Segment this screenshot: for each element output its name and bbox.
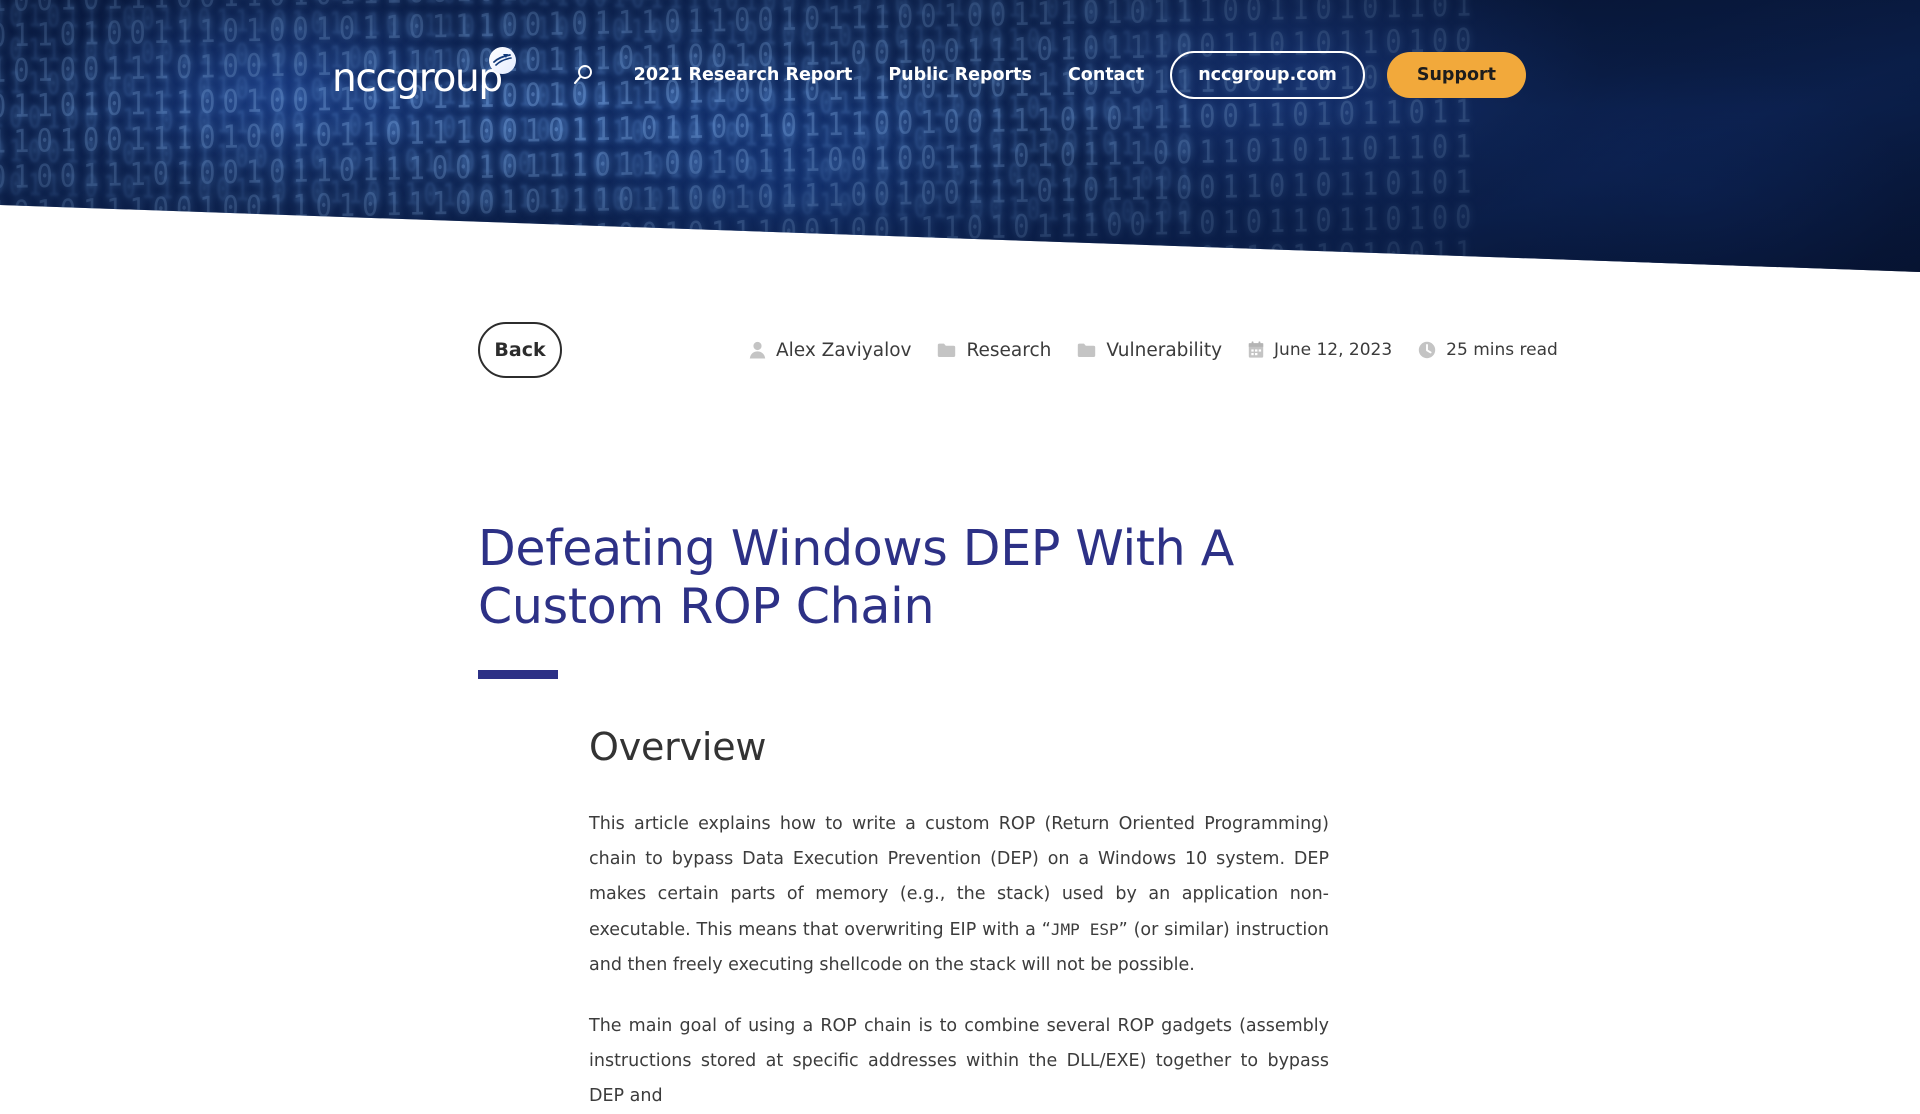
page-title: Defeating Windows DEP With A Custom ROP … <box>478 520 1234 635</box>
meta-category-label: Research <box>966 339 1052 361</box>
meta-date: June 12, 2023 <box>1248 340 1392 360</box>
logo-wordmark: nccgroup <box>332 55 503 101</box>
meta-read-time: 25 mins read <box>1418 340 1558 360</box>
inline-code-jmp-esp: JMP ESP <box>1050 920 1119 939</box>
section-heading-overview: Overview <box>589 725 767 769</box>
support-button[interactable]: Support <box>1386 52 1526 98</box>
top-navigation: nccgroup 2021 Research Report Public Rep… <box>0 0 1920 150</box>
meta-items: Alex Zaviyalov Research Vulnerability Ju… <box>749 340 1558 361</box>
meta-category-vulnerability[interactable]: Vulnerability <box>1077 340 1222 361</box>
article-header: Defeating Windows DEP With A Custom ROP … <box>478 520 1378 679</box>
search-button[interactable] <box>566 58 600 92</box>
calendar-icon <box>1248 341 1264 358</box>
nav-link-research-report[interactable]: 2021 Research Report <box>634 65 853 85</box>
nav-link-public-reports[interactable]: Public Reports <box>888 65 1032 85</box>
nav-link-contact[interactable]: Contact <box>1068 65 1144 85</box>
site-logo[interactable]: nccgroup <box>332 46 516 101</box>
back-button[interactable]: Back <box>478 322 562 378</box>
nccgroup-com-button[interactable]: nccgroup.com <box>1170 51 1365 99</box>
paragraph-2: The main goal of using a ROP chain is to… <box>589 1016 1329 1106</box>
meta-read-time-label: 25 mins read <box>1446 340 1558 360</box>
clock-icon <box>1418 341 1436 359</box>
folder-icon <box>938 343 956 357</box>
search-icon <box>573 65 592 85</box>
meta-category-research[interactable]: Research <box>937 340 1051 361</box>
meta-date-label: June 12, 2023 <box>1274 340 1393 360</box>
meta-author: Alex Zaviyalov <box>749 340 911 361</box>
swoosh-circle-icon <box>488 46 516 74</box>
title-underline-rule <box>478 669 558 679</box>
meta-author-label: Alex Zaviyalov <box>776 339 912 361</box>
meta-category-label: Vulnerability <box>1106 339 1223 361</box>
article-body: Overview This article explains how to wr… <box>589 725 1329 1114</box>
person-icon <box>749 341 766 359</box>
folder-icon <box>1078 343 1096 357</box>
paragraph-1: This article explains how to write a cus… <box>589 807 1329 983</box>
nav-links: 2021 Research Report Public Reports Cont… <box>634 65 1145 85</box>
article-meta-row: Back Alex Zaviyalov Research Vulnerabili… <box>0 322 1920 378</box>
